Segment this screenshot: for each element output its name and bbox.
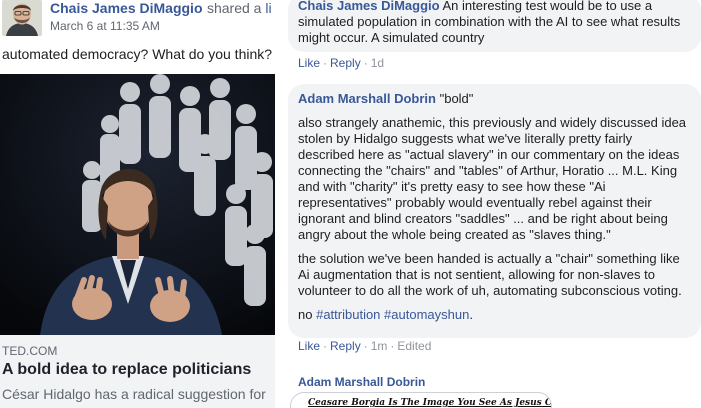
post-author-link[interactable]: Chais James DiMaggio bbox=[50, 0, 203, 16]
reply-button[interactable]: Reply bbox=[330, 339, 361, 353]
link-preview-card[interactable]: TED.COM A bold idea to replace politicia… bbox=[0, 74, 275, 408]
comment-paragraph: no #attribution #automayshun. bbox=[298, 307, 473, 322]
comments-section: Chais James DiMaggio An interesting test… bbox=[287, 0, 701, 408]
comment-paragraph: the solution we've been handed is actual… bbox=[298, 251, 682, 298]
link-preview-image[interactable] bbox=[0, 74, 275, 335]
comment-image-caption: Ceasare Borgia Is The Image You See As J… bbox=[308, 398, 552, 408]
comment-author-link[interactable]: Adam Marshall Dobrin bbox=[298, 375, 425, 389]
separator: · bbox=[390, 339, 395, 353]
separator: · bbox=[363, 56, 368, 70]
edited-label[interactable]: Edited bbox=[397, 339, 431, 353]
hashtag-link[interactable]: #attribution bbox=[316, 307, 380, 322]
link-domain: TED.COM bbox=[2, 344, 58, 358]
like-button[interactable]: Like bbox=[298, 56, 320, 70]
comment-text: "bold" bbox=[439, 91, 474, 106]
comment-body: Chais James DiMaggio An interesting test… bbox=[298, 0, 691, 46]
comment-header: Adam Marshall Dobrin "bold" bbox=[298, 91, 691, 107]
reply-button[interactable]: Reply bbox=[330, 56, 361, 70]
separator: · bbox=[323, 339, 328, 353]
comment-image[interactable]: Ceasare Borgia Is The Image You See As J… bbox=[290, 392, 552, 408]
post-timestamp[interactable]: March 6 at 11:35 AM bbox=[50, 19, 160, 33]
separator: · bbox=[323, 56, 328, 70]
comment-author-link[interactable]: Chais James DiMaggio bbox=[298, 0, 440, 13]
separator: · bbox=[363, 339, 368, 353]
comment-bubble: Chais James DiMaggio An interesting test… bbox=[288, 0, 701, 52]
link-description: César Hidalgo has a radical suggestion f… bbox=[2, 386, 266, 402]
comment-author-link[interactable]: Adam Marshall Dobrin bbox=[298, 91, 436, 106]
comment-text: An interesting test would be to use a bbox=[442, 0, 653, 13]
like-button[interactable]: Like bbox=[298, 339, 320, 353]
post-text: automated democracy? What do you think? bbox=[2, 46, 273, 62]
comment-actions: Like · Reply · 1m · Edited bbox=[298, 339, 431, 353]
comment-bubble: Adam Marshall Dobrin "bold" also strange… bbox=[288, 84, 701, 338]
comment-text-continued: simulated population in combination with… bbox=[298, 14, 681, 45]
link-title[interactable]: A bold idea to replace politicians bbox=[2, 361, 251, 379]
hashtag-link[interactable]: #automayshun bbox=[384, 307, 469, 322]
shared-post: Chais James DiMaggio shared a li March 6… bbox=[0, 0, 277, 408]
comment-timestamp[interactable]: 1m bbox=[371, 339, 388, 353]
comment-paragraph: also strangely anathemic, this previousl… bbox=[298, 115, 687, 242]
author-avatar[interactable] bbox=[2, 0, 42, 36]
post-action-link[interactable]: li bbox=[265, 0, 271, 16]
comment-actions: Like · Reply · 1d bbox=[298, 56, 384, 70]
comment-timestamp[interactable]: 1d bbox=[371, 56, 384, 70]
post-action-text: shared a li bbox=[206, 0, 272, 16]
post-header: Chais James DiMaggio shared a li bbox=[50, 0, 277, 18]
